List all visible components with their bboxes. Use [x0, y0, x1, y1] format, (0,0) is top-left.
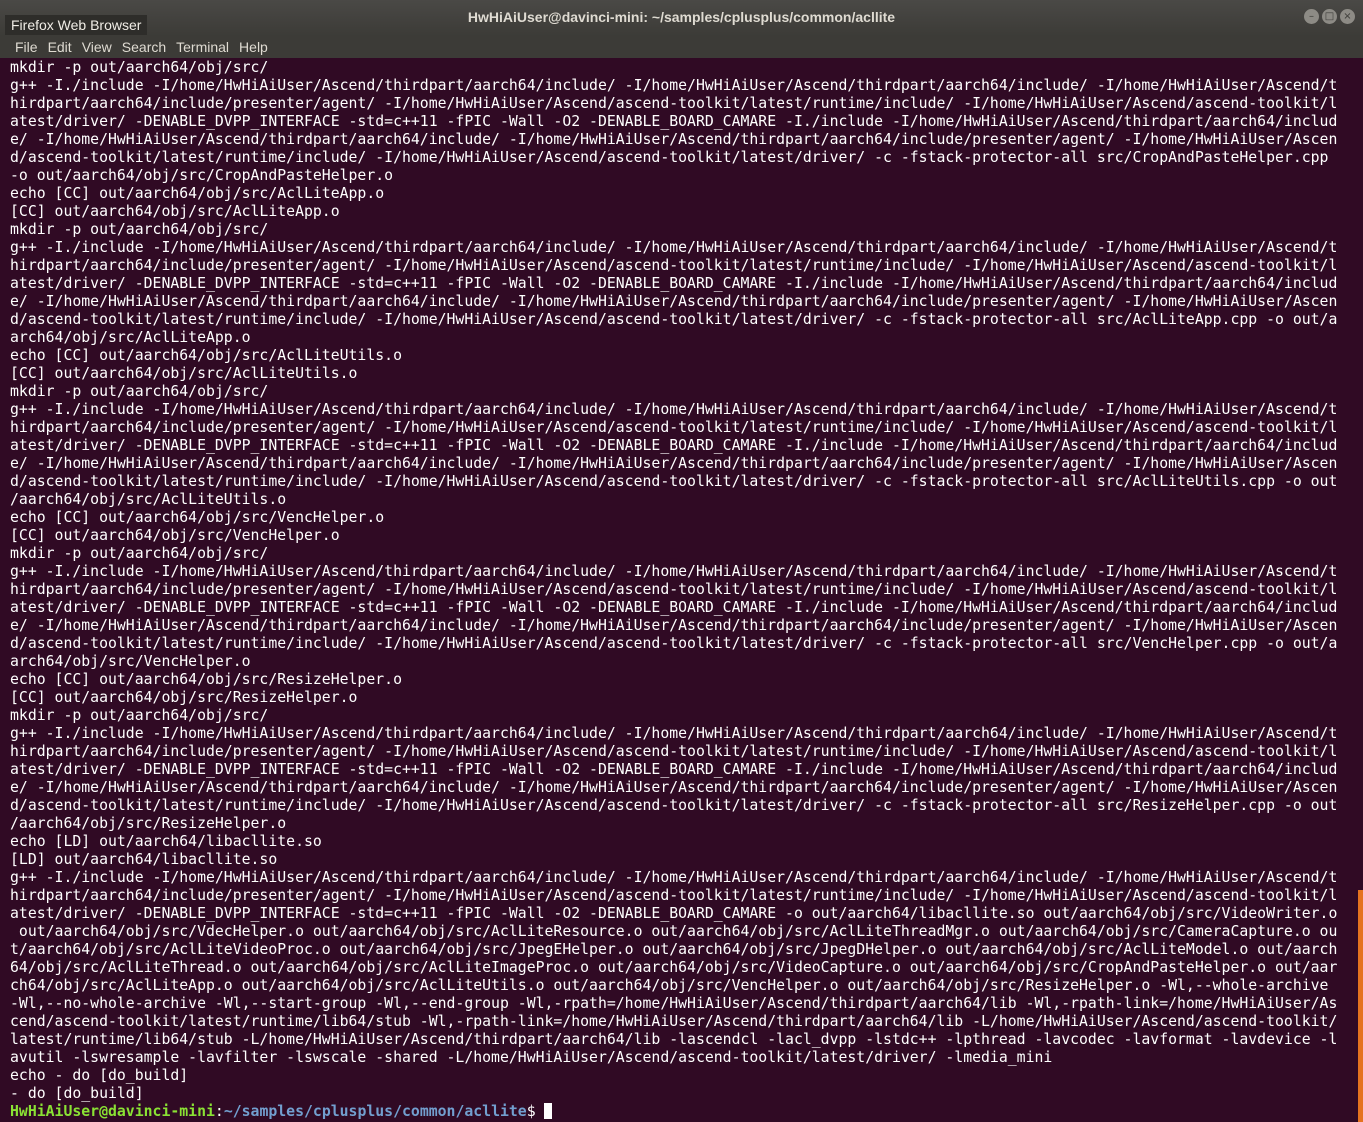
- terminal-line: out/aarch64/obj/src/VdecHelper.o out/aar…: [10, 923, 1338, 940]
- terminal-line: -o out/aarch64/obj/src/CropAndPasteHelpe…: [10, 167, 394, 184]
- terminal-line: d/ascend-toolkit/latest/runtime/include/…: [10, 797, 1338, 814]
- terminal-line: latest/runtime/lib64/stub -L/home/HwHiAi…: [10, 1031, 1338, 1048]
- prompt-user-host: HwHiAiUser@davinci-mini: [10, 1103, 215, 1120]
- menu-view[interactable]: View: [82, 39, 112, 55]
- terminal-line: mkdir -p out/aarch64/obj/src/: [10, 383, 269, 400]
- terminal-line: echo [CC] out/aarch64/obj/src/VencHelper…: [10, 509, 385, 526]
- app-name-label: Firefox Web Browser: [5, 15, 148, 35]
- terminal-line: mkdir -p out/aarch64/obj/src/: [10, 707, 269, 724]
- terminal-line: hirdpart/aarch64/include/presenter/agent…: [10, 257, 1338, 274]
- scrollbar-thumb[interactable]: [1358, 890, 1363, 1122]
- prompt-path: ~/samples/cplusplus/common/acllite: [223, 1103, 527, 1120]
- terminal-line: atest/driver/ -DENABLE_DVPP_INTERFACE -s…: [10, 905, 1338, 922]
- terminal-line: atest/driver/ -DENABLE_DVPP_INTERFACE -s…: [10, 113, 1338, 130]
- terminal-line: g++ -I./include -I/home/HwHiAiUser/Ascen…: [10, 563, 1338, 580]
- window-controls: – □ ×: [1304, 9, 1355, 24]
- menu-terminal[interactable]: Terminal: [176, 39, 229, 55]
- terminal-line: [CC] out/aarch64/obj/src/VencHelper.o: [10, 527, 340, 544]
- desktop: HwHiAiUser@davinci-mini: ~/samples/cplus…: [0, 0, 1363, 1122]
- terminal-line: echo [CC] out/aarch64/obj/src/AclLiteUti…: [10, 347, 402, 364]
- prompt-separator: :: [214, 1103, 224, 1120]
- terminal-line: t/aarch64/obj/src/AclLiteVideoProc.o out…: [10, 941, 1338, 958]
- terminal-line: e/ -I/home/HwHiAiUser/Ascend/thirdpart/a…: [10, 131, 1338, 148]
- terminal-line: [CC] out/aarch64/obj/src/AclLiteApp.o: [10, 203, 340, 220]
- terminal-line: mkdir -p out/aarch64/obj/src/: [10, 59, 269, 76]
- terminal-line: d/ascend-toolkit/latest/runtime/include/…: [10, 473, 1338, 490]
- terminal-line: hirdpart/aarch64/include/presenter/agent…: [10, 743, 1338, 760]
- window-title: HwHiAiUser@davinci-mini: ~/samples/cplus…: [467, 9, 896, 25]
- terminal-lines: mkdir -p out/aarch64/obj/src/g++ -I./inc…: [10, 59, 1363, 1103]
- terminal-line: atest/driver/ -DENABLE_DVPP_INTERFACE -s…: [10, 437, 1338, 454]
- terminal-line: arch64/obj/src/VencHelper.o: [10, 653, 251, 670]
- terminal-line: echo - do [do_build]: [10, 1067, 189, 1084]
- menu-search[interactable]: Search: [122, 39, 166, 55]
- terminal-line: 64/obj/src/AclLiteThread.o out/aarch64/o…: [10, 959, 1338, 976]
- shell-prompt[interactable]: HwHiAiUser@davinci-mini:~/samples/cplusp…: [10, 1103, 1363, 1121]
- terminal-line: g++ -I./include -I/home/HwHiAiUser/Ascen…: [10, 869, 1338, 886]
- terminal-line: mkdir -p out/aarch64/obj/src/: [10, 545, 269, 562]
- terminal-line: g++ -I./include -I/home/HwHiAiUser/Ascen…: [10, 725, 1338, 742]
- minimize-icon[interactable]: –: [1304, 9, 1319, 24]
- terminal-line: hirdpart/aarch64/include/presenter/agent…: [10, 95, 1338, 112]
- menu-help[interactable]: Help: [239, 39, 268, 55]
- terminal-line: avutil -lswresample -lavfilter -lswscale…: [10, 1049, 1053, 1066]
- terminal-line: echo [CC] out/aarch64/obj/src/ResizeHelp…: [10, 671, 402, 688]
- terminal-line: [CC] out/aarch64/obj/src/AclLiteUtils.o: [10, 365, 358, 382]
- window-titlebar[interactable]: HwHiAiUser@davinci-mini: ~/samples/cplus…: [0, 0, 1363, 36]
- menu-edit[interactable]: Edit: [48, 39, 72, 55]
- terminal-line: hirdpart/aarch64/include/presenter/agent…: [10, 419, 1338, 436]
- close-icon[interactable]: ×: [1340, 9, 1355, 24]
- terminal-line: e/ -I/home/HwHiAiUser/Ascend/thirdpart/a…: [10, 455, 1338, 472]
- terminal-line: atest/driver/ -DENABLE_DVPP_INTERFACE -s…: [10, 599, 1338, 616]
- terminal-line: g++ -I./include -I/home/HwHiAiUser/Ascen…: [10, 401, 1338, 418]
- terminal-line: [CC] out/aarch64/obj/src/ResizeHelper.o: [10, 689, 358, 706]
- terminal-line: e/ -I/home/HwHiAiUser/Ascend/thirdpart/a…: [10, 779, 1338, 796]
- menu-file[interactable]: File: [15, 39, 38, 55]
- terminal-line: d/ascend-toolkit/latest/runtime/include/…: [10, 635, 1338, 652]
- terminal-line: atest/driver/ -DENABLE_DVPP_INTERFACE -s…: [10, 275, 1338, 292]
- terminal-line: cend/ascend-toolkit/latest/runtime/lib64…: [10, 1013, 1338, 1030]
- terminal-line: arch64/obj/src/AclLiteApp.o: [10, 329, 251, 346]
- terminal-line: echo [CC] out/aarch64/obj/src/AclLiteApp…: [10, 185, 385, 202]
- terminal-line: hirdpart/aarch64/include/presenter/agent…: [10, 581, 1338, 598]
- terminal-line: - do [do_build]: [10, 1085, 144, 1102]
- terminal-line: hirdpart/aarch64/include/presenter/agent…: [10, 887, 1338, 904]
- terminal-line: ch64/obj/src/AclLiteApp.o out/aarch64/ob…: [10, 977, 1329, 994]
- terminal-line: d/ascend-toolkit/latest/runtime/include/…: [10, 149, 1329, 166]
- maximize-icon[interactable]: □: [1322, 9, 1337, 24]
- terminal-line: /aarch64/obj/src/ResizeHelper.o: [10, 815, 287, 832]
- terminal-line: [LD] out/aarch64/libacllite.so: [10, 851, 278, 868]
- terminal-line: g++ -I./include -I/home/HwHiAiUser/Ascen…: [10, 77, 1338, 94]
- terminal-line: mkdir -p out/aarch64/obj/src/: [10, 221, 269, 238]
- terminal-line: d/ascend-toolkit/latest/runtime/include/…: [10, 311, 1338, 328]
- text-cursor: [543, 1103, 552, 1119]
- terminal-line: g++ -I./include -I/home/HwHiAiUser/Ascen…: [10, 239, 1338, 256]
- menu-bar: File Edit View Search Terminal Help: [0, 36, 1363, 58]
- terminal-line: /aarch64/obj/src/AclLiteUtils.o: [10, 491, 287, 508]
- prompt-symbol: $: [526, 1103, 536, 1120]
- terminal-line: atest/driver/ -DENABLE_DVPP_INTERFACE -s…: [10, 761, 1338, 778]
- terminal-line: echo [LD] out/aarch64/libacllite.so: [10, 833, 322, 850]
- terminal-output[interactable]: mkdir -p out/aarch64/obj/src/g++ -I./inc…: [0, 58, 1363, 1122]
- terminal-line: -Wl,--no-whole-archive -Wl,--start-group…: [10, 995, 1338, 1012]
- terminal-line: e/ -I/home/HwHiAiUser/Ascend/thirdpart/a…: [10, 293, 1338, 310]
- terminal-line: e/ -I/home/HwHiAiUser/Ascend/thirdpart/a…: [10, 617, 1338, 634]
